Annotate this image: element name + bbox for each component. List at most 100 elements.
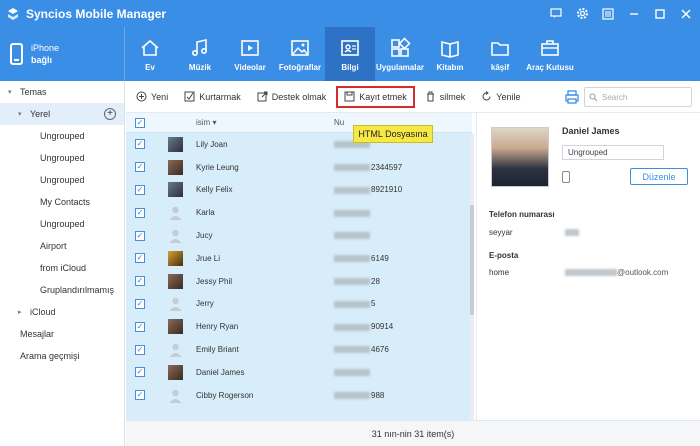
sidebar-group-item[interactable]: Ungrouped [0,213,124,235]
sidebar-item-icloud[interactable]: ▸ iCloud [0,301,124,323]
nav-photos[interactable]: Fotoğraflar [275,27,325,81]
row-checkbox[interactable]: ✓ [135,390,145,401]
table-row[interactable]: ✓ Daniel James [126,361,472,384]
nav-info-label: Bilgi [341,62,359,72]
contact-number-cell: 4676 [334,345,472,354]
recover-button[interactable]: Kurtarmak [178,86,247,108]
export-html-option[interactable]: HTML Dosyasına [353,125,433,143]
nav-books[interactable]: Kitabın [425,27,475,81]
sidebar-label: Ungrouped [40,131,85,141]
row-checkbox[interactable]: ✓ [135,184,145,195]
sidebar-label: iCloud [30,307,56,317]
nav-videos[interactable]: Videolar [225,27,275,81]
nav-explorer[interactable]: kâşif [475,27,525,81]
avatar [167,319,183,335]
number-suffix: 28 [371,276,380,286]
table-row[interactable]: ✓ Kyrie Leung 2344597 [126,156,472,179]
blurred-number [334,323,370,331]
row-checkbox[interactable]: ✓ [135,207,145,218]
nav-apps-label: Uygulamalar [375,62,425,72]
sidebar-item-messages[interactable]: Mesajlar [0,323,124,345]
nav-apps[interactable]: Uygulamalar [375,27,425,81]
number-suffix: 90914 [371,322,394,332]
settings-gear-icon[interactable] [574,6,590,22]
search-input[interactable]: Search [584,87,692,107]
table-row[interactable]: ✓ Jucy [126,224,472,247]
save-button-label: Kayıt etmek [359,91,407,102]
row-checkbox[interactable]: ✓ [135,298,145,309]
row-checkbox[interactable]: ✓ [135,139,145,150]
nav-info[interactable]: Bilgi [325,27,375,81]
delete-button[interactable]: silmek [419,86,472,108]
edit-button[interactable]: Düzenle [630,168,688,185]
blurred-number [334,186,370,194]
caret-right-icon[interactable]: ▸ [18,308,26,316]
refresh-button[interactable]: Yenile [475,86,526,108]
sidebar-item-local[interactable]: ▾ Yerel + [0,103,124,125]
device-info[interactable]: iPhone bağlı [0,27,125,81]
sidebar-label: Arama geçmişi [20,351,80,361]
sidebar-group-item[interactable]: My Contacts [0,191,124,213]
nav-music-label: Müzik [188,62,212,72]
save-button[interactable]: Kayıt etmek [336,85,415,108]
sidebar-group-item[interactable]: Ungrouped [0,147,124,169]
row-checkbox[interactable]: ✓ [135,367,145,378]
row-checkbox[interactable]: ✓ [135,230,145,241]
table-row[interactable]: ✓ Karla [126,201,472,224]
delete-button-label: silmek [439,91,466,102]
caret-down-icon[interactable]: ▾ [8,88,16,96]
sidebar-item-call-history[interactable]: Arama geçmişi [0,345,124,367]
printer-icon[interactable] [564,89,580,105]
scrollbar-thumb[interactable] [470,205,474,315]
row-checkbox[interactable]: ✓ [135,276,145,287]
table-row[interactable]: ✓ Cibby Rogerson 988 [126,384,472,407]
email-section-title: E-posta [489,251,519,260]
blurred-number [334,346,370,354]
contact-name: Daniel James [562,126,620,136]
new-button[interactable]: Yeni [130,86,174,108]
row-checkbox[interactable]: ✓ [135,321,145,332]
sidebar-group-item[interactable]: from iCloud [0,257,124,279]
message-icon[interactable] [548,6,564,22]
add-group-icon[interactable]: + [104,108,116,120]
row-checkbox[interactable]: ✓ [135,344,145,355]
minimize-icon[interactable] [626,6,642,22]
nav-music[interactable]: Müzik [175,27,225,81]
sidebar-group-item[interactable]: Ungrouped [0,169,124,191]
avatar [167,136,183,152]
book-icon [441,40,459,58]
contact-number-cell: 8921910 [334,185,472,194]
contact-name-cell: Cibby Rogerson [196,390,254,400]
nav-toolbox[interactable]: Araç Kutusu [525,27,575,81]
maximize-icon[interactable] [652,6,668,22]
blurred-number [334,232,370,240]
table-row[interactable]: ✓ Jerry 5 [126,293,472,316]
column-name-header[interactable]: isim ▾ [196,118,334,127]
table-row[interactable]: ✓ Kelly Felix 8921910 [126,179,472,202]
row-checkbox[interactable]: ✓ [135,253,145,264]
table-row[interactable]: ✓ Henry Ryan 90914 [126,315,472,338]
contact-number-cell: 28 [334,277,472,286]
contact-number-cell: 988 [334,391,472,400]
table-row[interactable]: ✓ Jrue Li 6149 [126,247,472,270]
close-icon[interactable] [678,6,694,22]
sidebar-group-item[interactable]: Airport [0,235,124,257]
blurred-number [334,300,370,308]
search-icon [589,93,598,101]
sidebar-item-contacts[interactable]: ▾ Temas [0,81,124,103]
contact-name-cell: Jessy Phil [196,276,233,286]
nav-home[interactable]: Ev [125,27,175,81]
row-checkbox[interactable]: ✓ [135,162,145,173]
caret-down-icon[interactable]: ▾ [18,110,26,118]
contact-group-field[interactable]: Ungrouped [562,145,664,160]
table-row[interactable]: ✓ Emily Briant 4676 [126,338,472,361]
number-suffix: 5 [371,299,376,309]
sidebar-group-item[interactable]: Gruplandırılmamış [0,279,124,301]
contact-number-cell [334,368,472,377]
table-row[interactable]: ✓ Jessy Phil 28 [126,270,472,293]
select-all-checkbox[interactable]: ✓ [135,117,145,128]
backup-button[interactable]: Destek olmak [251,86,333,108]
sidebar-group-item[interactable]: Ungrouped [0,125,124,147]
menu-icon[interactable] [600,6,616,22]
video-icon [241,39,259,56]
